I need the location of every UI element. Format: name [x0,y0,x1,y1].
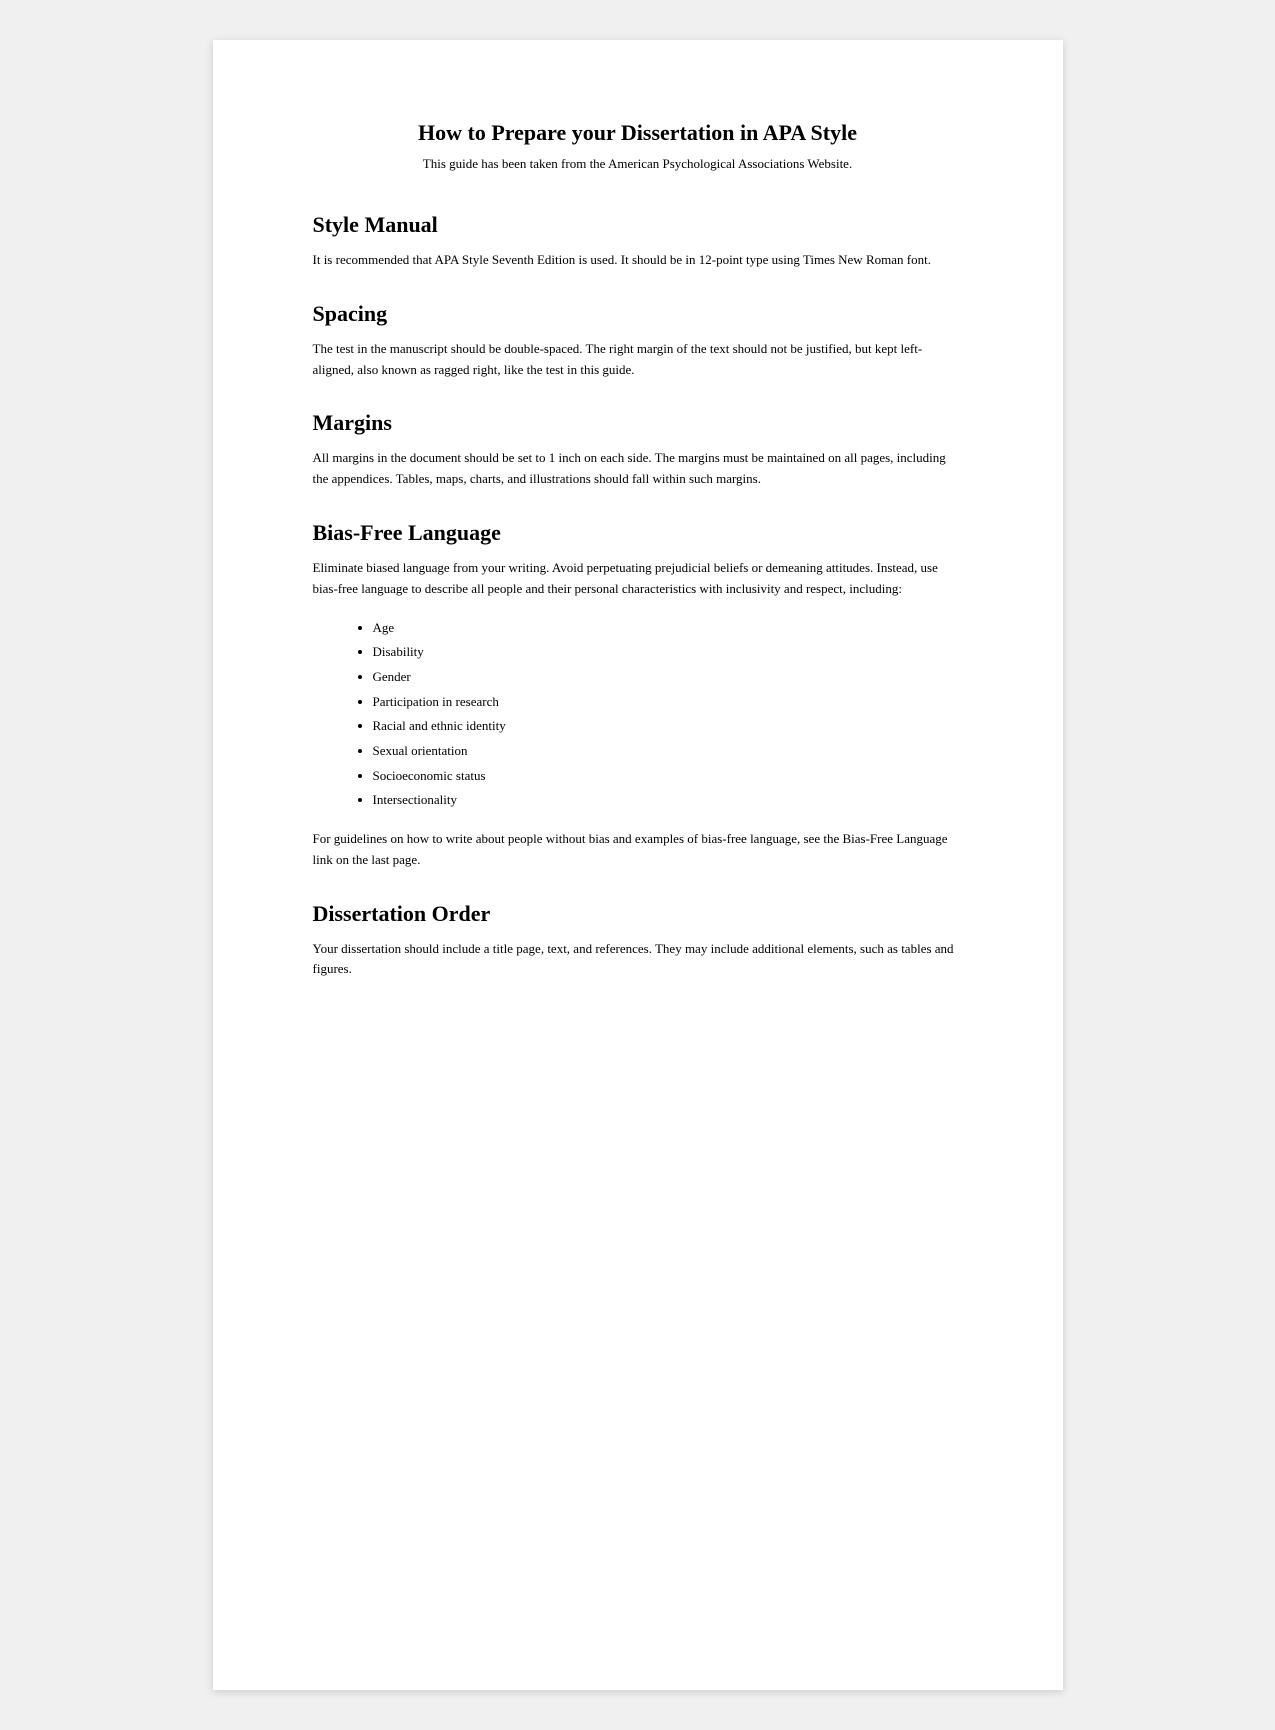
list-item: Age [373,616,963,641]
section-heading-spacing: Spacing [313,301,963,327]
list-item: Socioeconomic status [373,764,963,789]
document-page: How to Prepare your Dissertation in APA … [213,40,1063,1690]
list-item: Intersectionality [373,788,963,813]
section-heading-bias-free: Bias-Free Language [313,520,963,546]
page-title: How to Prepare your Dissertation in APA … [313,120,963,146]
section-heading-margins: Margins [313,410,963,436]
list-item: Racial and ethnic identity [373,714,963,739]
section-body-bias-free-intro: Eliminate biased language from your writ… [313,558,963,600]
page-subtitle: This guide has been taken from the Ameri… [313,156,963,172]
section-body-dissertation-order: Your dissertation should include a title… [313,939,963,981]
list-item: Gender [373,665,963,690]
list-item: Participation in research [373,690,963,715]
section-body-spacing: The test in the manuscript should be dou… [313,339,963,381]
section-body-style-manual: It is recommended that APA Style Seventh… [313,250,963,271]
section-heading-style-manual: Style Manual [313,212,963,238]
section-body-margins: All margins in the document should be se… [313,448,963,490]
list-item: Sexual orientation [373,739,963,764]
section-body-bias-free-outro: For guidelines on how to write about peo… [313,829,963,871]
bias-free-list: Age Disability Gender Participation in r… [373,616,963,814]
section-heading-dissertation-order: Dissertation Order [313,901,963,927]
list-item: Disability [373,640,963,665]
